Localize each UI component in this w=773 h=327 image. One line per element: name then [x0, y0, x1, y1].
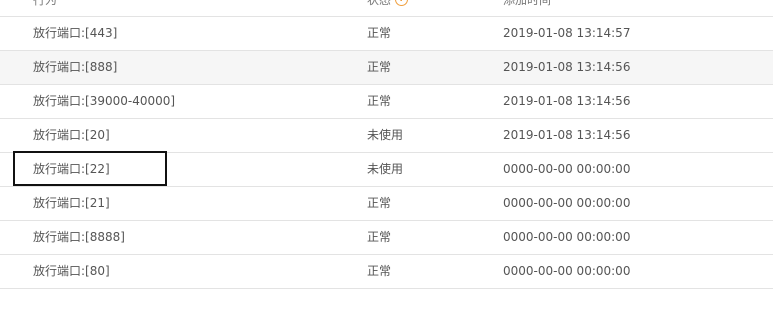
row-status: 正常 [367, 26, 392, 40]
row-action: 放行端口:[443] [33, 26, 118, 40]
table-row[interactable]: 放行端口:[8888] 正常 0000-00-00 00:00:00 [0, 221, 773, 255]
highlight-annotation-box [13, 151, 167, 186]
row-time: 2019-01-08 13:14:56 [503, 94, 631, 108]
port-rules-table: 行为 状态 ? 添加时间 放行端口:[443] 正常 2019-01-08 13… [0, 0, 773, 289]
row-status: 正常 [367, 264, 392, 278]
row-action: 放行端口:[21] [33, 196, 110, 210]
row-status: 未使用 [367, 162, 404, 176]
help-circle-icon[interactable]: ? [395, 0, 409, 6]
row-time: 0000-00-00 00:00:00 [503, 230, 631, 244]
column-header-time-label: 添加时间 [503, 0, 552, 7]
table-row[interactable]: 放行端口:[80] 正常 0000-00-00 00:00:00 [0, 255, 773, 289]
firewall-rules-page: 行为 状态 ? 添加时间 放行端口:[443] 正常 2019-01-08 13… [0, 0, 773, 327]
row-action: 放行端口:[39000-40000] [33, 94, 176, 108]
row-status: 正常 [367, 60, 392, 74]
row-status: 正常 [367, 94, 392, 108]
column-header-time[interactable]: 添加时间 [503, 0, 551, 8]
column-header-status[interactable]: 状态 ? [367, 0, 409, 8]
row-action: 放行端口:[8888] [33, 230, 125, 244]
row-time: 2019-01-08 13:14:56 [503, 60, 631, 74]
row-time: 2019-01-08 13:14:57 [503, 26, 631, 40]
row-time: 0000-00-00 00:00:00 [503, 196, 631, 210]
column-header-status-label: 状态 [367, 0, 392, 7]
row-status: 正常 [367, 230, 392, 244]
row-action: 放行端口:[888] [33, 60, 118, 74]
row-action: 放行端口:[80] [33, 264, 110, 278]
table-row[interactable]: 放行端口:[20] 未使用 2019-01-08 13:14:56 [0, 119, 773, 153]
row-status: 未使用 [367, 128, 404, 142]
column-header-action[interactable]: 行为 [33, 0, 57, 8]
column-header-action-label: 行为 [33, 0, 58, 7]
row-time: 0000-00-00 00:00:00 [503, 264, 631, 278]
row-action: 放行端口:[20] [33, 128, 110, 142]
table-row[interactable]: 放行端口:[443] 正常 2019-01-08 13:14:57 [0, 17, 773, 51]
row-time: 0000-00-00 00:00:00 [503, 162, 631, 176]
row-status: 正常 [367, 196, 392, 210]
table-row[interactable]: 放行端口:[39000-40000] 正常 2019-01-08 13:14:5… [0, 85, 773, 119]
table-row[interactable]: 放行端口:[888] 正常 2019-01-08 13:14:56 [0, 51, 773, 85]
table-header: 行为 状态 ? 添加时间 [0, 0, 773, 17]
table-row[interactable]: 放行端口:[21] 正常 0000-00-00 00:00:00 [0, 187, 773, 221]
row-time: 2019-01-08 13:14:56 [503, 128, 631, 142]
